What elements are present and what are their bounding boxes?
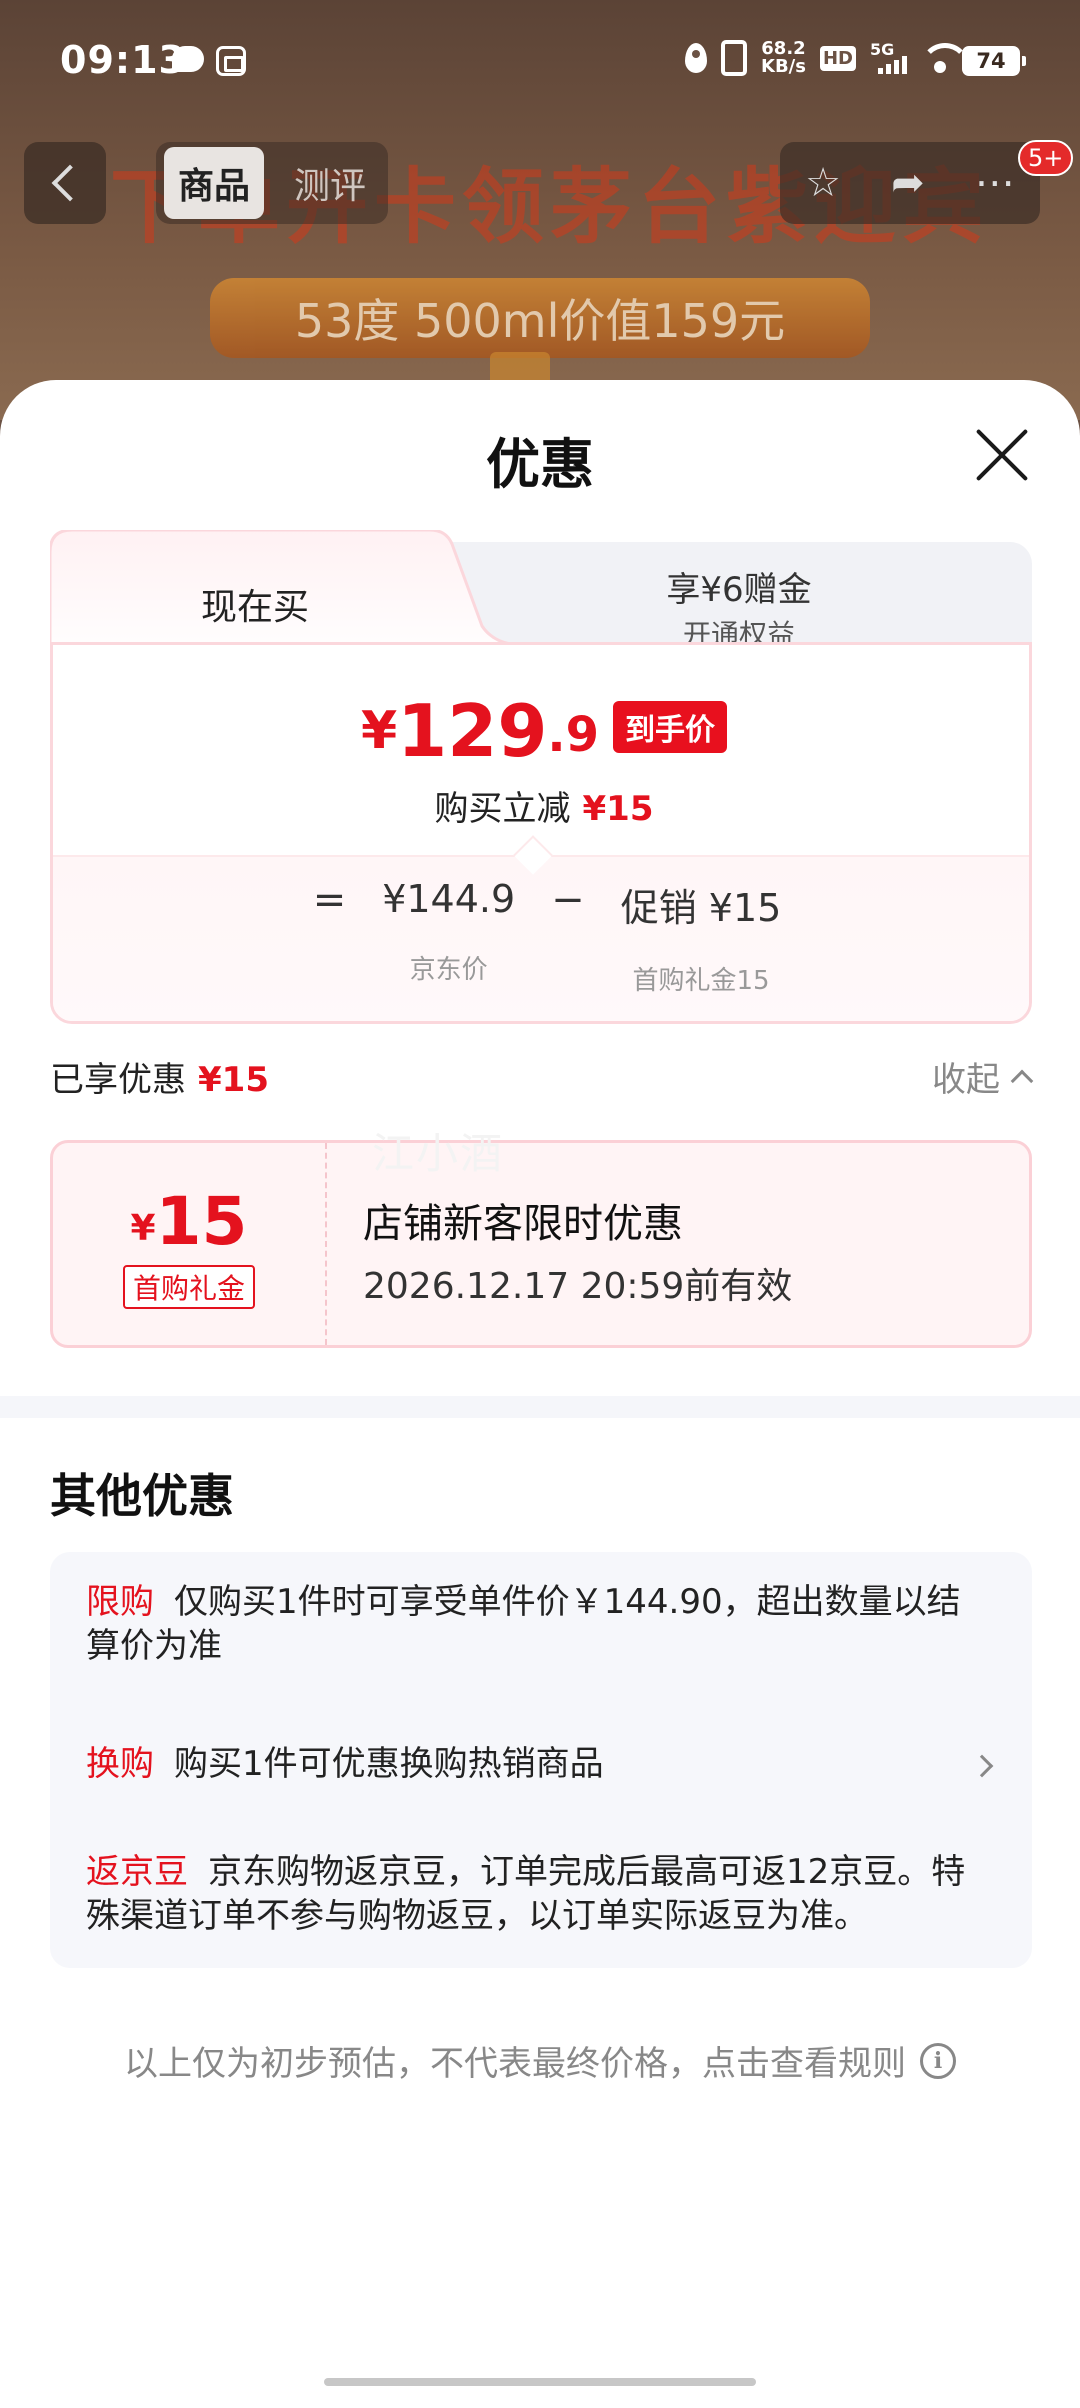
discount-sheet: 优惠 享¥6赠金 开通权益 现在买 ¥ 129 .9 到手价 购买立减 ¥15 … [0, 380, 1080, 2408]
collapse-button[interactable]: 收起 [932, 1052, 1034, 1101]
price-card-body: ¥ 129 .9 到手价 购买立减 ¥15 = ¥144.9 京东价 − 促销 ¥… [50, 642, 1032, 1024]
tab-now[interactable]: 现在买 [50, 578, 460, 630]
tab-product[interactable]: 商品 [164, 147, 265, 219]
message-icon [172, 46, 204, 72]
promo-label: 首购礼金15 [632, 966, 770, 996]
disclaimer-text: 以上仅为初步预估，不代表最终价格，点击查看规则 [124, 2044, 906, 2084]
reduce-line: 购买立减 ¥15 [53, 781, 1029, 830]
hd-icon: HD [819, 45, 856, 71]
other-discounts-box: 限购 仅购买1件时可享受单件价￥144.90，超出数量以结算价为准 换购 购买1件可… [50, 1552, 1032, 1968]
watermark: 江小酒 [372, 1129, 505, 1178]
vibrate-icon [721, 40, 748, 76]
coupon-validity: 2026.12.17 20:59前有效 [363, 1266, 793, 1307]
jd-price: ¥144.9 [382, 877, 516, 921]
enjoyed-discount: 已享优惠 ¥15 [50, 1052, 269, 1101]
enjoyed-label: 已享优惠 [50, 1060, 186, 1100]
net-speed: 68.2 KB/s [761, 40, 806, 76]
coupon-card: ¥ 15 首购礼金 店铺新客限时优惠 2026.12.17 20:59前有效 [50, 1140, 1032, 1348]
coupon-title: 店铺新客限时优惠 [363, 1201, 683, 1247]
enjoyed-value: ¥15 [198, 1060, 269, 1100]
coupon-value: ¥ 15 首购礼金 [53, 1143, 327, 1345]
more-icon[interactable]: ⋯ [975, 160, 1015, 206]
jd-price-col: ¥144.9 京东价 [382, 877, 515, 986]
final-price: ¥ 129 .9 到手价 [53, 689, 1029, 773]
battery-icon: 74 [962, 46, 1026, 76]
row-tag: 返京豆 [86, 1852, 188, 1892]
status-bar: 09:13 68.2 KB/s HD 5G 74 [0, 0, 1080, 120]
wifi-icon [920, 43, 970, 73]
list-item-purchase-limit: 限购 仅购买1件时可享受单件价￥144.90，超出数量以结算价为准 [86, 1580, 986, 1668]
row-tag: 限购 [86, 1582, 154, 1622]
nav-actions: ☆ ➦ ⋯ [780, 142, 1040, 224]
location-icon [685, 43, 708, 73]
promo-value: 促销 ¥15 [620, 886, 782, 930]
share-icon[interactable]: ➦ [891, 160, 925, 206]
net-speed-unit: KB/s [761, 56, 806, 77]
price-card: 享¥6赠金 开通权益 现在买 ¥ 129 .9 到手价 购买立减 ¥15 = ¥… [50, 530, 1032, 1024]
section-divider [0, 1396, 1080, 1418]
reduce-label: 购买立减 [434, 789, 571, 829]
back-button[interactable] [24, 142, 106, 224]
row-text: 购买1件可优惠换购热销商品 [174, 1744, 604, 1784]
message-badge: 5+ [1018, 140, 1074, 176]
home-indicator[interactable] [324, 2378, 756, 2386]
price-formula: = ¥144.9 京东价 − 促销 ¥15 首购礼金15 [53, 877, 1029, 997]
minus-sign: − [551, 877, 585, 923]
coupon-tag: 首购礼金 [122, 1265, 255, 1309]
disclaimer-link[interactable]: 以上仅为初步预估，不代表最终价格，点击查看规则 i [0, 2036, 1080, 2085]
coupon-info: 店铺新客限时优惠 2026.12.17 20:59前有效 [363, 1191, 792, 1309]
row-text: 京东购物返京豆，订单完成后最高可返12京豆。特殊渠道订单不参与购物返豆，以订单实… [86, 1852, 966, 1936]
sheet-title: 优惠 [486, 433, 594, 496]
tab-vip-main: 享¥6赠金 [666, 570, 812, 610]
final-price-tag: 到手价 [613, 701, 728, 753]
collapse-label: 收起 [932, 1060, 1000, 1100]
row-text: 仅购买1件时可享受单件价￥144.90，超出数量以结算价为准 [86, 1582, 961, 1666]
notification-icons [172, 46, 246, 76]
coupon-amount: 15 [155, 1183, 248, 1260]
banner-pill: 53度 500ml价值159元 [210, 278, 870, 358]
product-tabs: 商品 测评 [156, 142, 389, 224]
app-notification-icon [216, 46, 246, 76]
tab-review[interactable]: 测评 [280, 147, 380, 219]
row-tag: 换购 [86, 1744, 154, 1784]
status-right-icons: 68.2 KB/s HD 5G [685, 40, 970, 76]
promo-col: 促销 ¥15 首购礼金15 [621, 877, 782, 997]
signal-icon: 5G [870, 40, 907, 74]
other-discounts-title: 其他优惠 [50, 1469, 234, 1523]
jd-price-label: 京东价 [409, 955, 488, 985]
list-item-jd-beans: 返京豆 京东购物返京豆，订单完成后最高可返12京豆。特殊渠道订单不参与购物返豆，以… [86, 1850, 986, 1938]
info-icon[interactable]: i [920, 2042, 956, 2079]
coupon-symbol: ¥ [130, 1208, 156, 1249]
equals-sign: = [312, 877, 347, 923]
chevron-up-icon [1010, 1069, 1034, 1092]
price-decimal: .9 [547, 707, 600, 763]
price-symbol: ¥ [360, 701, 398, 761]
star-icon[interactable]: ☆ [805, 160, 841, 206]
price-integer: 129 [397, 689, 548, 773]
reduce-value: ¥15 [582, 789, 654, 829]
list-item-exchange[interactable]: 换购 购买1件可优惠换购热销商品 [86, 1742, 986, 1786]
status-time: 09:13 [60, 38, 186, 82]
close-button[interactable] [972, 424, 1032, 484]
